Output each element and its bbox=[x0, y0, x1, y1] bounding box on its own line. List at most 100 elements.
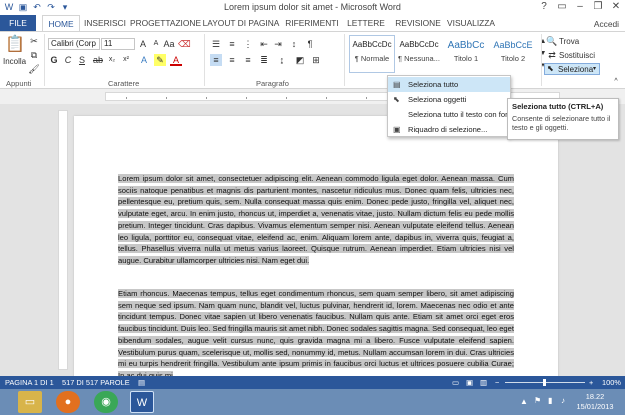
network-icon[interactable]: ▮ bbox=[548, 396, 552, 405]
page-count[interactable]: PAGINA 1 DI 1 bbox=[5, 376, 54, 389]
tab-view[interactable]: VISUALIZZA bbox=[446, 15, 496, 31]
tab-design[interactable]: PROGETTAZIONE bbox=[130, 15, 201, 31]
print-layout-icon[interactable]: ▣ bbox=[466, 376, 473, 389]
show-marks-icon[interactable]: ¶ bbox=[304, 38, 316, 50]
find-button[interactable]: Trova bbox=[559, 37, 579, 46]
grow-font-icon[interactable]: A bbox=[137, 38, 149, 50]
collapse-ribbon-icon[interactable]: ^ bbox=[610, 76, 622, 88]
font-color-button[interactable]: A bbox=[170, 54, 182, 66]
restore-button[interactable]: ❐ bbox=[589, 0, 607, 15]
group-separator bbox=[204, 34, 205, 86]
menu-item-select-objects[interactable]: ⬉ Seleziona oggetti bbox=[388, 92, 510, 107]
zoom-level[interactable]: 100% bbox=[602, 376, 621, 389]
chrome-icon[interactable]: ◉ bbox=[94, 391, 118, 413]
style-heading-2[interactable]: AaBbCcE Titolo 2 bbox=[490, 35, 536, 73]
vertical-ruler[interactable] bbox=[58, 110, 68, 370]
shading-icon[interactable]: ◩ bbox=[294, 54, 306, 66]
help-button[interactable]: ? bbox=[535, 0, 553, 15]
style-preview: AaBbCc bbox=[447, 40, 485, 51]
strikethrough-icon[interactable]: ab bbox=[92, 54, 104, 66]
align-center-icon[interactable]: ≡ bbox=[226, 54, 238, 66]
tab-page-layout[interactable]: LAYOUT DI PAGINA bbox=[202, 15, 280, 31]
numbering-icon[interactable]: ≡ bbox=[226, 38, 238, 50]
style-heading-1[interactable]: AaBbCc Titolo 1 bbox=[443, 35, 489, 73]
read-mode-icon[interactable]: ▭ bbox=[452, 376, 459, 389]
selection-pane-icon: ▣ bbox=[393, 125, 401, 134]
font-name-combo[interactable]: Calibri (Corp bbox=[48, 38, 100, 50]
minimize-button[interactable]: – bbox=[571, 0, 589, 15]
underline-button[interactable]: S bbox=[76, 54, 88, 66]
select-arrow-icon: ⬉ bbox=[547, 64, 554, 73]
document-page[interactable]: Lorem ipsum dolor sit amet, consectetuer… bbox=[74, 116, 558, 376]
menu-item-selection-pane[interactable]: ▣ Riquadro di selezione... bbox=[388, 122, 510, 137]
replace-button[interactable]: Sostituisci bbox=[559, 51, 595, 60]
line-spacing-icon[interactable]: ↨ bbox=[276, 54, 288, 66]
paste-button[interactable]: Incolla bbox=[3, 57, 26, 66]
change-case-button[interactable]: Aa bbox=[163, 38, 175, 50]
taskbar-clock[interactable]: 18.22 15/01/2013 bbox=[571, 392, 619, 412]
paragraph-1[interactable]: Lorem ipsum dolor sit amet, consectetuer… bbox=[118, 173, 514, 267]
style-normal[interactable]: AaBbCcDc ¶ Normale bbox=[349, 35, 395, 73]
borders-icon[interactable]: ⊞ bbox=[310, 54, 322, 66]
format-painter-icon[interactable]: 🖌 bbox=[28, 63, 40, 75]
superscript-icon[interactable]: x² bbox=[120, 54, 132, 66]
shrink-font-icon[interactable]: A bbox=[150, 38, 162, 50]
style-preview: AaBbCcE bbox=[493, 40, 533, 50]
find-icon[interactable]: 🔍 bbox=[546, 35, 558, 47]
file-explorer-icon[interactable]: ▭ bbox=[18, 391, 42, 413]
group-label-clipboard: Appunti bbox=[6, 79, 32, 88]
increase-indent-icon[interactable]: ⇥ bbox=[272, 38, 284, 50]
tab-mailings[interactable]: LETTERE bbox=[344, 15, 388, 31]
group-label-font: Carattere bbox=[108, 79, 140, 88]
justify-icon[interactable]: ≣ bbox=[258, 54, 270, 66]
bold-button[interactable]: G bbox=[48, 54, 60, 66]
paste-icon[interactable]: 📋 bbox=[4, 34, 26, 56]
menu-item-label: Seleziona tutto bbox=[408, 80, 459, 89]
font-size-combo[interactable]: 11 bbox=[101, 38, 135, 50]
tray-arrow-icon[interactable]: ▲ bbox=[520, 397, 528, 406]
zoom-slider-thumb[interactable] bbox=[543, 379, 546, 386]
tab-review[interactable]: REVISIONE bbox=[392, 15, 444, 31]
copy-icon[interactable]: ⧉ bbox=[28, 49, 40, 61]
menu-item-select-all[interactable]: ▤ Seleziona tutto bbox=[388, 77, 510, 92]
cut-icon[interactable]: ✂ bbox=[28, 35, 40, 47]
sign-in-link[interactable]: Accedi bbox=[594, 19, 619, 29]
zoom-in-icon[interactable]: + bbox=[589, 376, 593, 389]
tooltip-description: Consente di selezionare tutto il testo e… bbox=[512, 114, 611, 132]
style-no-spacing[interactable]: AaBbCcDc ¶ Nessuna... bbox=[396, 35, 442, 73]
zoom-out-icon[interactable]: − bbox=[495, 376, 499, 389]
proofing-icon[interactable]: ▤ bbox=[138, 376, 145, 389]
flag-icon[interactable]: ⚑ bbox=[534, 396, 541, 405]
word-taskbar-icon[interactable]: W bbox=[130, 391, 154, 413]
close-button[interactable]: ✕ bbox=[607, 0, 625, 15]
paragraph-2[interactable]: Etiam rhoncus. Maecenas tempus, tellus e… bbox=[118, 288, 514, 376]
taskbar: ▭ ● ◉ W ▲ ⚑ ▮ ♪ 18.22 15/01/2013 bbox=[0, 389, 625, 415]
clock-date: 15/01/2013 bbox=[576, 402, 614, 411]
highlight-icon[interactable]: ✎ bbox=[154, 54, 166, 66]
web-layout-icon[interactable]: ▥ bbox=[480, 376, 487, 389]
tab-home[interactable]: HOME bbox=[42, 15, 80, 31]
word-count[interactable]: 517 DI 517 PAROLE bbox=[62, 376, 130, 389]
ribbon-options-icon[interactable]: ▭ bbox=[553, 0, 571, 15]
bullets-icon[interactable]: ☰ bbox=[210, 38, 222, 50]
clear-formatting-icon[interactable]: ⌫ bbox=[178, 38, 191, 50]
select-button[interactable]: ⬉ Seleziona ▾ bbox=[544, 63, 600, 75]
tab-insert[interactable]: INSERISCI bbox=[82, 15, 128, 31]
tab-references[interactable]: RIFERIMENTI bbox=[284, 15, 340, 31]
decrease-indent-icon[interactable]: ⇤ bbox=[258, 38, 270, 50]
align-left-icon[interactable]: ≡ bbox=[210, 54, 222, 66]
sort-icon[interactable]: ↕ bbox=[288, 38, 300, 50]
firefox-icon[interactable]: ● bbox=[56, 391, 80, 413]
style-name: ¶ Nessuna... bbox=[398, 54, 440, 63]
text-effects-icon[interactable]: A bbox=[138, 54, 150, 66]
subscript-icon[interactable]: x₂ bbox=[106, 54, 118, 66]
tab-file[interactable]: FILE bbox=[0, 15, 36, 31]
multilevel-list-icon[interactable]: ⋮ bbox=[242, 38, 254, 50]
menu-item-select-similar[interactable]: Seleziona tutto il testo con formattazio… bbox=[388, 107, 510, 122]
volume-icon[interactable]: ♪ bbox=[561, 396, 565, 405]
ruler-tick bbox=[166, 97, 167, 99]
italic-button[interactable]: C bbox=[62, 54, 74, 66]
replace-icon[interactable]: ⇄ bbox=[546, 49, 558, 61]
align-right-icon[interactable]: ≡ bbox=[242, 54, 254, 66]
menu-item-label: Seleziona tutto il testo con formattazio… bbox=[408, 110, 510, 119]
